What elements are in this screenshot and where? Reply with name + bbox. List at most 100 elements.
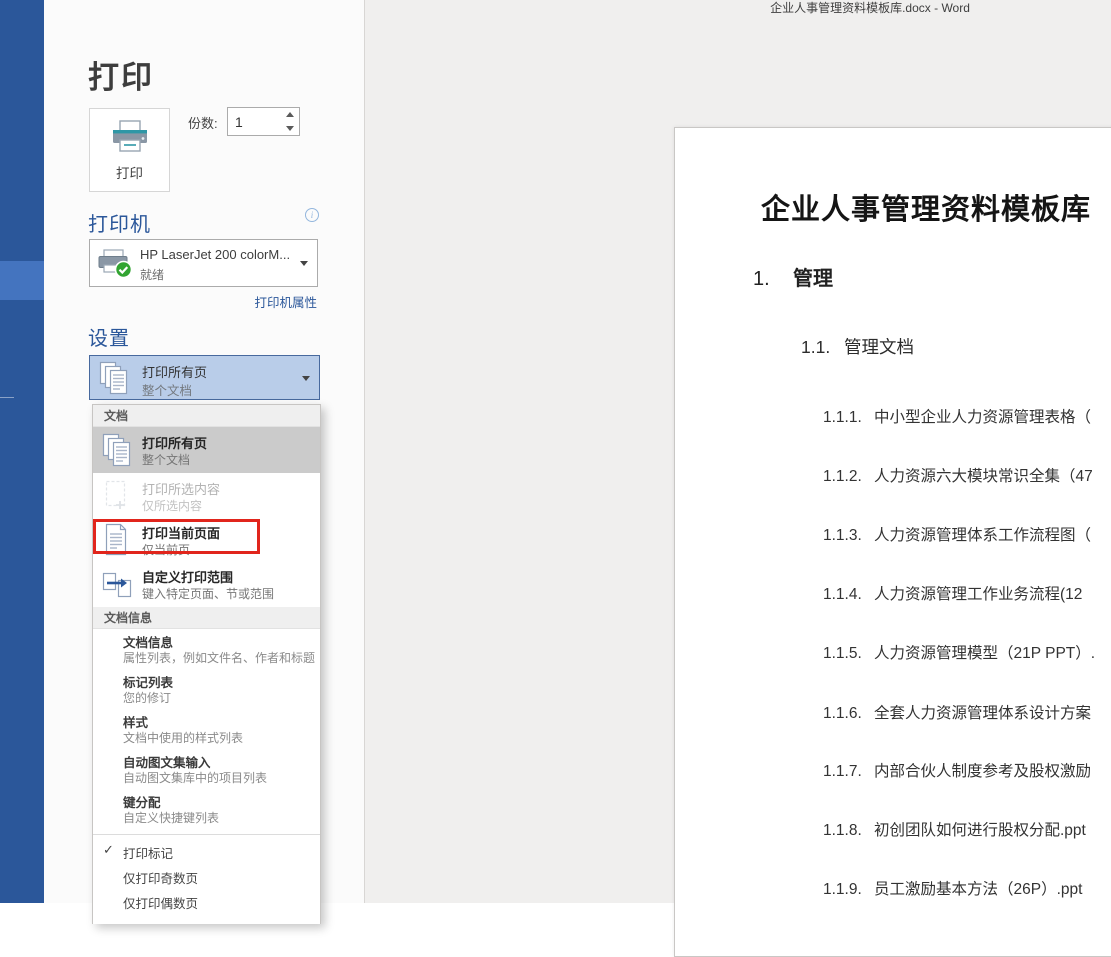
menu-toggle-only-odd-pages[interactable]: 仅打印奇数页 (93, 864, 320, 889)
menu-item-subtitle: 您的修订 (123, 689, 171, 706)
menu-item-key-assignments[interactable]: 键分配 自定义快捷键列表 (93, 789, 320, 829)
printer-icon (109, 119, 151, 155)
toc-item-number: 1.1.8. (823, 822, 874, 840)
toc-item: 1.1.1.中小型企业人力资源管理表格（ (823, 405, 1091, 427)
printer-select[interactable]: HP LaserJet 200 colorM... 就绪 (89, 239, 318, 287)
menu-item-subtitle: 自动图文集库中的项目列表 (123, 769, 267, 786)
toc-item-number: 1.1.4. (823, 586, 874, 604)
print-range-menu: 文档 打印所有页 整个文档 打印所选内容 仅所选内容 (92, 404, 321, 924)
arrow-down-icon (286, 126, 294, 131)
chevron-down-icon (300, 261, 308, 266)
toc-item-text: 人力资源六大模块常识全集（47 (874, 468, 1093, 485)
menu-item-print-selection: 打印所选内容 仅所选内容 (93, 473, 320, 517)
sidebar-divider (0, 397, 14, 398)
print-button-label: 打印 (90, 162, 169, 182)
page-title: 打印 (88, 52, 154, 97)
printer-properties-link[interactable]: 打印机属性 (89, 292, 317, 311)
print-current-page-icon (102, 523, 130, 557)
toc-item-number: 1.1.1. (823, 409, 874, 427)
heading-number: 1.1. (801, 337, 844, 358)
toc-item-text: 初创团队如何进行股权分配.ppt (874, 822, 1086, 839)
toc-item-number: 1.1.3. (823, 527, 874, 545)
toc-item-text: 中小型企业人力资源管理表格（ (874, 409, 1091, 426)
printer-device-icon (96, 249, 134, 279)
menu-item-custom-print-range[interactable]: 自定义打印范围 键入特定页面、节或范围 (93, 561, 320, 607)
print-range-dropdown-button[interactable]: 打印所有页 整个文档 (89, 355, 320, 400)
menu-section-document: 文档 (93, 405, 320, 427)
menu-item-styles[interactable]: 样式 文档中使用的样式列表 (93, 709, 320, 749)
toc-item-text: 全套人力资源管理体系设计方案 (874, 705, 1091, 722)
menu-item-subtitle: 文档中使用的样式列表 (123, 729, 243, 746)
document-heading-1: 1.管理 (753, 262, 833, 291)
toc-item: 1.1.5.人力资源管理模型（21P PPT）. (823, 641, 1095, 663)
menu-item-subtitle: 自定义快捷键列表 (123, 809, 219, 826)
menu-item-subtitle: 整个文档 (142, 451, 190, 468)
printer-status: 就绪 (140, 266, 164, 283)
copies-stepper (227, 107, 300, 136)
selected-range-title: 打印所有页 (142, 362, 207, 381)
arrow-up-icon (286, 112, 294, 117)
copies-increment-button[interactable] (284, 109, 296, 121)
copies-decrement-button[interactable] (284, 122, 296, 134)
backstage-sidebar (0, 0, 44, 903)
print-button[interactable]: 打印 (89, 108, 170, 192)
toc-item: 1.1.7.内部合伙人制度参考及股权激励 (823, 759, 1091, 781)
window-title: 企业人事管理资料模板库.docx - Word (680, 0, 1060, 16)
menu-item-title: 打印所选内容 (142, 479, 220, 498)
toc-item-number: 1.1.7. (823, 763, 874, 781)
menu-section-document-info: 文档信息 (93, 607, 320, 629)
document-preview-page: 企业人事管理资料模板库 1.管理 1.1.管理文档 1.1.1.中小型企业人力资… (674, 127, 1111, 957)
menu-item-title: 打印所有页 (142, 433, 207, 452)
toc-item-text: 人力资源管理模型（21P PPT）. (874, 645, 1095, 662)
menu-toggle-print-markup[interactable]: ✓ 打印标记 (93, 839, 320, 864)
toc-item-number: 1.1.9. (823, 881, 874, 899)
print-selection-icon (102, 479, 130, 513)
menu-item-print-all-pages[interactable]: 打印所有页 整个文档 (93, 427, 320, 473)
menu-separator (93, 834, 320, 835)
toc-item: 1.1.9.员工激励基本方法（26P）.ppt (823, 877, 1082, 899)
checkmark-icon: ✓ (103, 842, 114, 858)
toc-item-text: 人力资源管理体系工作流程图（ (874, 527, 1091, 544)
toc-item-number: 1.1.6. (823, 705, 874, 723)
printer-section-heading: 打印机 (88, 208, 151, 237)
copies-input[interactable] (229, 109, 281, 134)
selected-range-subtitle: 整个文档 (142, 380, 192, 399)
menu-item-print-current-page[interactable]: 打印当前页面 仅当前页 (93, 517, 320, 561)
toc-item-number: 1.1.2. (823, 468, 874, 486)
menu-toggle-label: 打印标记 (123, 843, 173, 862)
menu-item-title: 自定义打印范围 (142, 567, 233, 586)
sidebar-item-print-highlight[interactable] (0, 261, 44, 300)
menu-item-subtitle: 键入特定页面、节或范围 (142, 585, 274, 602)
toc-item-number: 1.1.5. (823, 645, 874, 663)
menu-toggle-only-even-pages[interactable]: 仅打印偶数页 (93, 889, 320, 914)
menu-item-autotext-entries[interactable]: 自动图文集输入 自动图文集库中的项目列表 (93, 749, 320, 789)
print-all-pages-icon (102, 433, 132, 468)
heading-text: 管理文档 (844, 337, 914, 357)
menu-item-subtitle: 仅所选内容 (142, 497, 202, 514)
menu-item-title: 打印当前页面 (142, 523, 220, 542)
toc-item-text: 内部合伙人制度参考及股权激励 (874, 763, 1091, 780)
toc-item: 1.1.6.全套人力资源管理体系设计方案 (823, 701, 1091, 723)
menu-item-markup-list[interactable]: 标记列表 您的修订 (93, 669, 320, 709)
copies-label: 份数: (188, 113, 218, 132)
menu-item-subtitle: 仅当前页 (142, 541, 190, 558)
toc-item: 1.1.8.初创团队如何进行股权分配.ppt (823, 818, 1086, 840)
print-all-pages-icon (99, 361, 129, 396)
menu-toggle-label: 仅打印奇数页 (123, 868, 198, 887)
toc-item: 1.1.4.人力资源管理工作业务流程(12 (823, 582, 1082, 604)
printer-name: HP LaserJet 200 colorM... (140, 247, 290, 262)
heading-text: 管理 (793, 268, 833, 290)
heading-number: 1. (753, 268, 793, 291)
toc-item: 1.1.3.人力资源管理体系工作流程图（ (823, 523, 1091, 545)
settings-section-heading: 设置 (88, 322, 130, 351)
custom-print-range-icon (102, 567, 134, 601)
document-title: 企业人事管理资料模板库 (761, 186, 1091, 228)
toc-item: 1.1.2.人力资源六大模块常识全集（47 (823, 464, 1093, 486)
menu-item-document-info[interactable]: 文档信息 属性列表，例如文件名、作者和标题 (93, 629, 320, 669)
toc-item-text: 员工激励基本方法（26P）.ppt (874, 881, 1082, 898)
toc-item-text: 人力资源管理工作业务流程(12 (874, 586, 1082, 603)
info-icon[interactable]: i (305, 208, 319, 222)
menu-item-subtitle: 属性列表，例如文件名、作者和标题 (123, 649, 315, 666)
document-heading-1-1: 1.1.管理文档 (801, 334, 914, 359)
chevron-down-icon (302, 376, 310, 381)
